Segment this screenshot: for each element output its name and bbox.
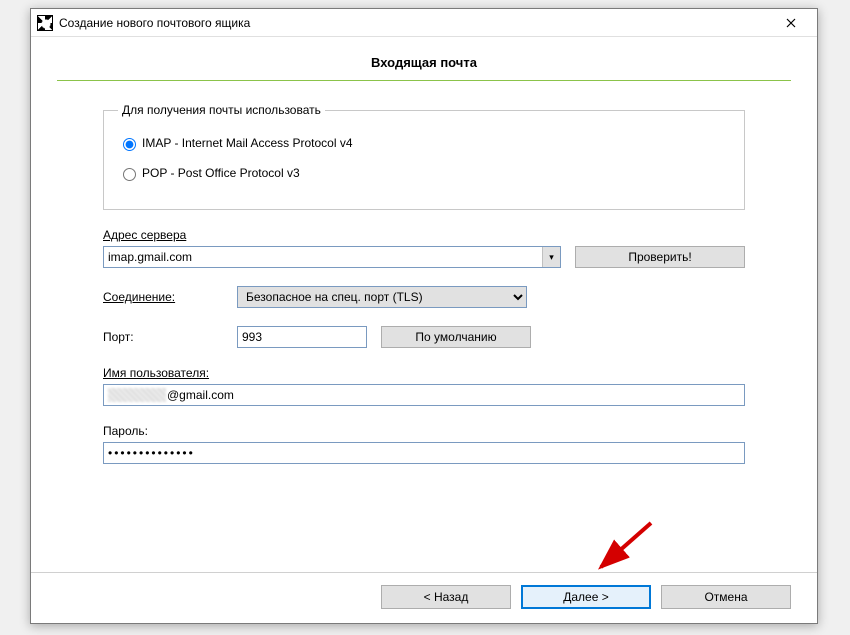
password-masked: ••••••••••••••	[108, 446, 195, 460]
protocol-legend: Для получения почты использовать	[118, 103, 325, 117]
button-bar: < Назад Далее > Отмена	[31, 572, 817, 623]
password-input[interactable]: ••••••••••••••	[103, 442, 745, 464]
connection-select[interactable]: Безопасное на спец. порт (TLS)	[237, 286, 527, 308]
page-heading: Входящая почта	[57, 55, 791, 80]
dialog-body: Входящая почта Для получения почты испол…	[31, 37, 817, 464]
protocol-group: Для получения почты использовать IMAP - …	[103, 103, 745, 210]
form-area: Адрес сервера ▾ Проверить! Соединение: Б…	[103, 228, 745, 464]
username-redacted	[108, 388, 166, 402]
divider	[57, 80, 791, 81]
username-suffix: @gmail.com	[167, 388, 234, 402]
radio-pop-input[interactable]	[123, 168, 136, 181]
back-button[interactable]: < Назад	[381, 585, 511, 609]
server-combo[interactable]: ▾	[103, 246, 561, 268]
default-port-button[interactable]: По умолчанию	[381, 326, 531, 348]
window-title: Создание нового почтового ящика	[59, 16, 771, 30]
server-input[interactable]	[103, 246, 561, 268]
connection-label: Соединение:	[103, 290, 223, 304]
radio-imap-label: IMAP - Internet Mail Access Protocol v4	[142, 136, 353, 150]
dialog-window: Создание нового почтового ящика Входящая…	[30, 8, 818, 624]
username-label: Имя пользователя:	[103, 366, 745, 380]
password-label: Пароль:	[103, 424, 745, 438]
close-button[interactable]	[771, 9, 811, 37]
annotation-arrow	[589, 519, 659, 579]
port-input[interactable]	[237, 326, 367, 348]
close-icon	[786, 18, 796, 28]
server-label: Адрес сервера	[103, 228, 745, 242]
radio-pop[interactable]: POP - Post Office Protocol v3	[118, 165, 730, 181]
radio-imap[interactable]: IMAP - Internet Mail Access Protocol v4	[118, 135, 730, 151]
check-button[interactable]: Проверить!	[575, 246, 745, 268]
username-input[interactable]: @gmail.com	[103, 384, 745, 406]
cancel-button[interactable]: Отмена	[661, 585, 791, 609]
titlebar: Создание нового почтового ящика	[31, 9, 817, 37]
next-button[interactable]: Далее >	[521, 585, 651, 609]
radio-pop-label: POP - Post Office Protocol v3	[142, 166, 300, 180]
port-label: Порт:	[103, 330, 223, 344]
app-icon	[37, 15, 53, 31]
radio-imap-input[interactable]	[123, 138, 136, 151]
